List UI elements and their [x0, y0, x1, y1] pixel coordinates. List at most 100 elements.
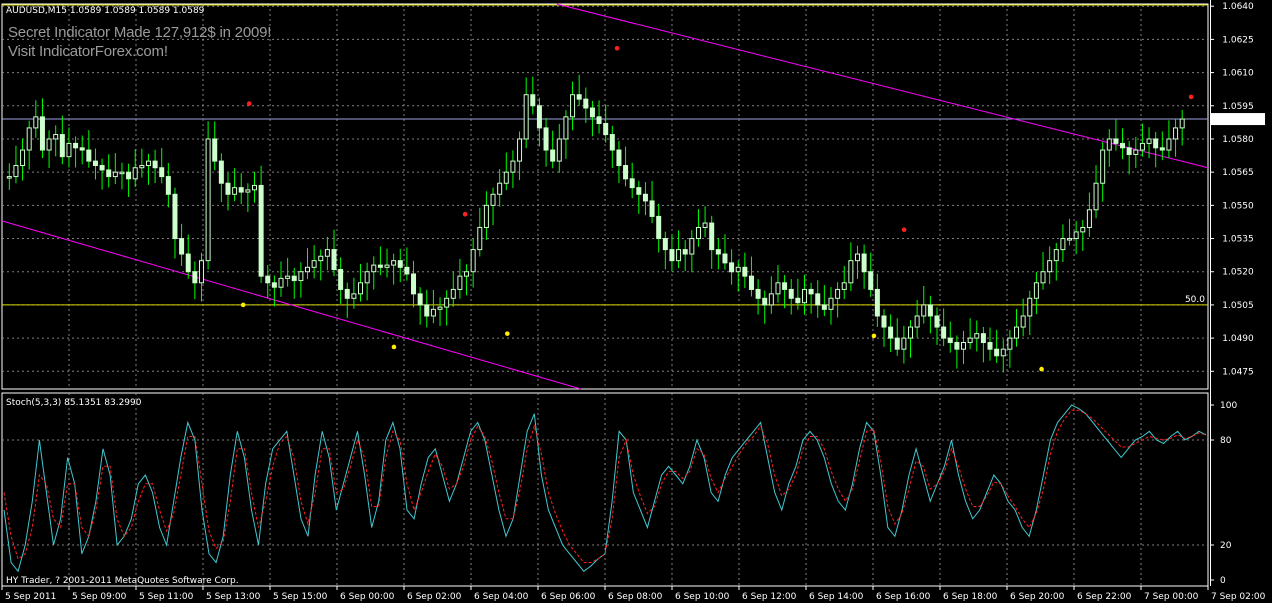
candle-bear — [629, 178, 635, 189]
candle-bear — [39, 116, 45, 151]
candle-bull — [384, 264, 390, 268]
candle-bull — [490, 193, 496, 206]
candle-bull — [854, 253, 860, 262]
candle-bull — [483, 204, 489, 228]
candle-bull — [1040, 271, 1046, 284]
candle-bull — [1047, 260, 1053, 273]
candle-bull — [908, 326, 913, 339]
candle-bull — [1027, 297, 1033, 317]
candle-bull — [1179, 118, 1185, 129]
candle-bull — [358, 282, 364, 295]
candle-bear — [576, 94, 582, 100]
candle-bull — [132, 167, 138, 180]
price-tick-label: 1.0550 — [1222, 201, 1254, 211]
candle-bear — [808, 288, 814, 295]
candle-bull — [801, 288, 807, 304]
time-tick-label: 5 Sep 2011 — [5, 592, 56, 602]
candle-bull — [318, 255, 324, 262]
candle-bear — [987, 342, 993, 350]
candle-bull — [33, 116, 39, 129]
candle-bear — [649, 200, 655, 217]
candle-bull — [735, 266, 741, 273]
candle-bull — [324, 249, 330, 257]
candle-bull — [974, 333, 980, 339]
candle-bear — [159, 167, 165, 178]
candle-bull — [430, 308, 436, 317]
candle-bull — [841, 282, 847, 290]
candle-bull — [457, 275, 463, 290]
time-tick-label: 6 Sep 12:00 — [742, 592, 797, 602]
candle-bear — [881, 315, 887, 328]
price-tick-label: 1.0610 — [1222, 69, 1254, 79]
candle-bull — [1007, 337, 1013, 350]
price-tick-label: 1.0565 — [1222, 168, 1254, 178]
candle-bear — [980, 333, 986, 344]
candle-bull — [364, 271, 370, 284]
candle-bear — [815, 293, 821, 306]
candle-bull — [563, 116, 569, 140]
promo-overlay-line1: Secret Indicator Made 127,912$ in 2009! — [8, 24, 272, 41]
candle-bull — [556, 138, 562, 162]
time-tick-label: 7 Sep 00:00 — [1144, 592, 1199, 602]
candle-bear — [616, 149, 622, 167]
stoch-tick-label: 80 — [1220, 436, 1232, 446]
candle-bear — [1126, 147, 1132, 155]
candle-bear — [344, 288, 350, 299]
candle-bull — [1100, 149, 1106, 184]
candle-bull — [305, 266, 310, 273]
candle-bear — [821, 304, 827, 310]
current-price-label: 1.0589 — [1222, 115, 1254, 125]
candle-bull — [1014, 326, 1020, 339]
candle-bull — [311, 260, 317, 268]
candle-bear — [874, 288, 880, 317]
grid — [68, 4, 1142, 586]
candle-bear — [86, 149, 92, 162]
candle-bear — [589, 107, 595, 118]
price-tick-label: 1.0625 — [1222, 35, 1254, 45]
candle-bull — [450, 288, 456, 299]
candle-bear — [636, 187, 642, 195]
candle-bull — [1073, 231, 1079, 240]
candle-bear — [73, 142, 79, 149]
candle-bear — [709, 222, 715, 251]
candle-bear — [934, 315, 940, 328]
candle-bull — [20, 149, 26, 167]
price-tick-label: 1.0640 — [1222, 2, 1254, 12]
time-tick-label: 6 Sep 10:00 — [675, 592, 730, 602]
time-tick-label: 5 Sep 11:00 — [139, 592, 194, 602]
candle-bear — [642, 193, 648, 202]
candle-bull — [464, 271, 470, 277]
candle-bear — [550, 149, 556, 162]
candle-bull — [437, 306, 443, 310]
fractal-up-dot — [1188, 94, 1194, 100]
candle-bear — [583, 98, 589, 109]
candle-bull — [285, 275, 291, 279]
candle-bear — [1153, 138, 1159, 149]
candle-bear — [782, 282, 788, 290]
candle-bull — [914, 315, 920, 328]
candle-bull — [278, 277, 284, 288]
candle-bull — [1146, 138, 1152, 144]
time-tick-label: 6 Sep 06:00 — [541, 592, 596, 602]
candle-bear — [788, 288, 794, 299]
candle-bull — [1086, 209, 1092, 228]
price-tick-label: 1.0580 — [1222, 135, 1254, 145]
candle-bear — [185, 253, 191, 273]
price-tick-label: 1.0490 — [1222, 334, 1254, 344]
candle-bear — [656, 215, 662, 240]
time-tick-label: 6 Sep 04:00 — [474, 592, 529, 602]
candle-bear — [192, 271, 198, 284]
candle-bull — [1166, 138, 1172, 151]
candle-bear — [536, 105, 542, 129]
candle-bull — [119, 171, 125, 175]
fractal-up-dot — [246, 101, 252, 106]
candle-bear — [424, 304, 430, 317]
price-tick-label: 1.0595 — [1222, 102, 1254, 112]
candle-bear — [417, 293, 423, 306]
time-tick-label: 6 Sep 22:00 — [1077, 592, 1132, 602]
candle-bear — [218, 160, 224, 184]
candle-bull — [205, 138, 211, 262]
candle-bear — [729, 262, 735, 273]
candle-bull — [1053, 249, 1059, 262]
candle-bull — [6, 176, 12, 179]
